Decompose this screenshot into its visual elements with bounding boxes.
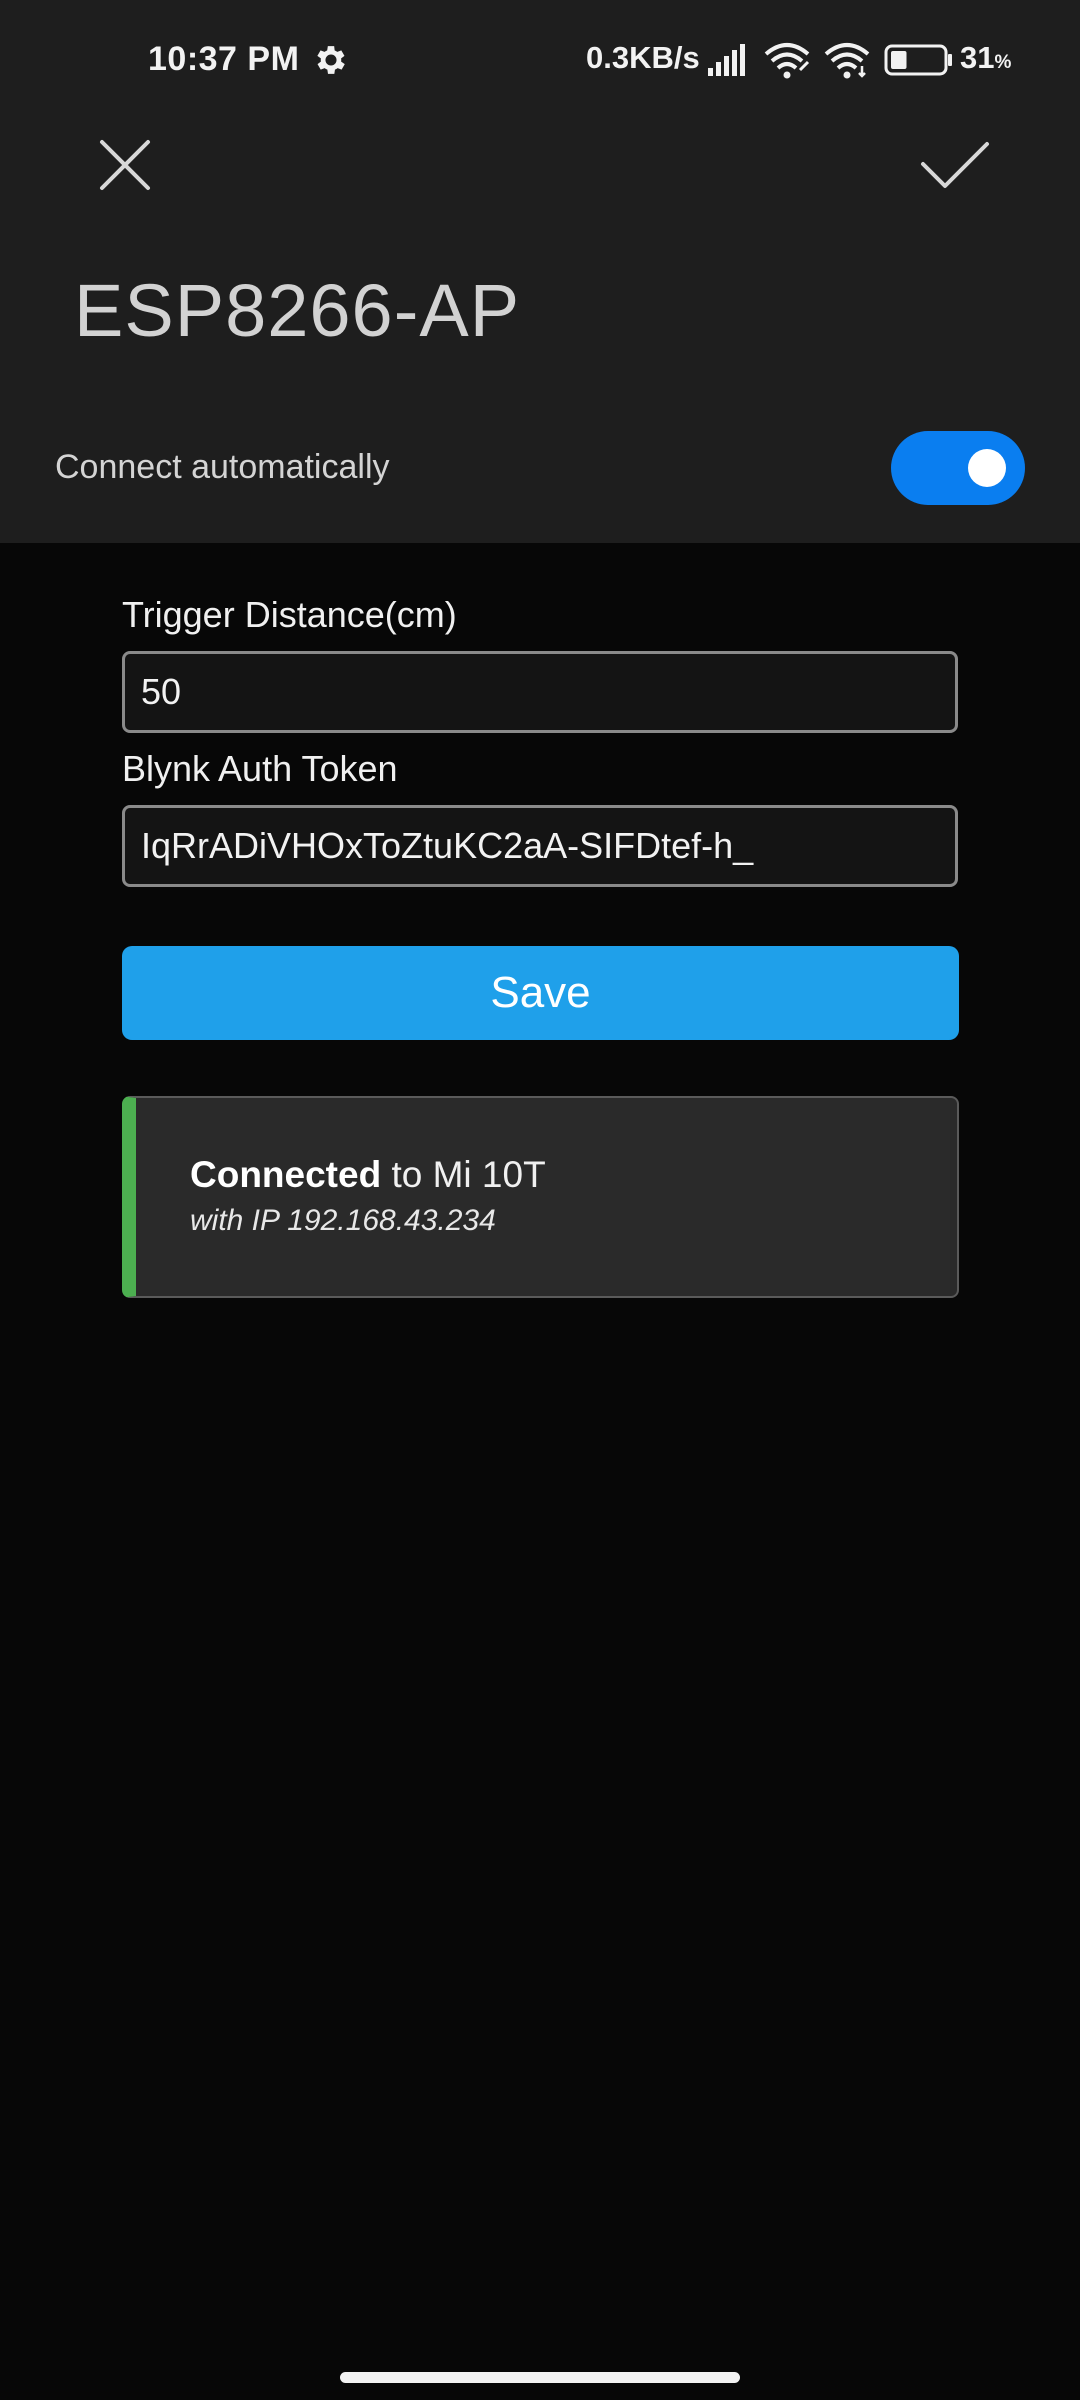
signal-icon <box>708 44 745 76</box>
status-time: 10:37 PM <box>148 40 300 78</box>
connection-status-text: Connected to Mi 10T <box>190 1154 546 1196</box>
connection-state: Connected <box>190 1154 382 1195</box>
screen: 10:37 PM 0.3KB/s 31% ESP8266-AP Connect … <box>0 0 1080 2400</box>
battery-percent: 31% <box>960 40 1012 75</box>
connected-network: to Mi 10T <box>381 1154 546 1195</box>
network-settings-panel: 10:37 PM 0.3KB/s 31% ESP8266-AP Connect … <box>0 0 1080 543</box>
save-button[interactable]: Save <box>122 946 959 1040</box>
auth-token-input[interactable] <box>122 805 958 887</box>
check-icon[interactable] <box>915 130 995 200</box>
auth-token-label: Blynk Auth Token <box>122 748 398 789</box>
home-indicator[interactable] <box>340 2372 740 2383</box>
wifi-icon <box>764 43 810 79</box>
toggle-knob <box>968 449 1006 487</box>
status-bar: 10:37 PM 0.3KB/s 31% <box>0 30 1080 92</box>
trigger-distance-label: Trigger Distance(cm) <box>122 594 457 635</box>
network-name: ESP8266-AP <box>74 269 521 352</box>
battery-icon <box>884 44 952 76</box>
ip-address-text: with IP 192.168.43.234 <box>190 1204 496 1237</box>
connect-automatically-toggle[interactable] <box>891 431 1025 505</box>
close-icon[interactable] <box>90 130 160 200</box>
wifi-icon <box>824 43 870 79</box>
network-speed: 0.3KB/s <box>586 40 700 75</box>
gear-icon <box>317 46 345 74</box>
connection-status-card: Connected to Mi 10T with IP 192.168.43.2… <box>122 1096 959 1298</box>
trigger-distance-input[interactable] <box>122 651 958 733</box>
connect-automatically-label: Connect automatically <box>55 448 390 486</box>
